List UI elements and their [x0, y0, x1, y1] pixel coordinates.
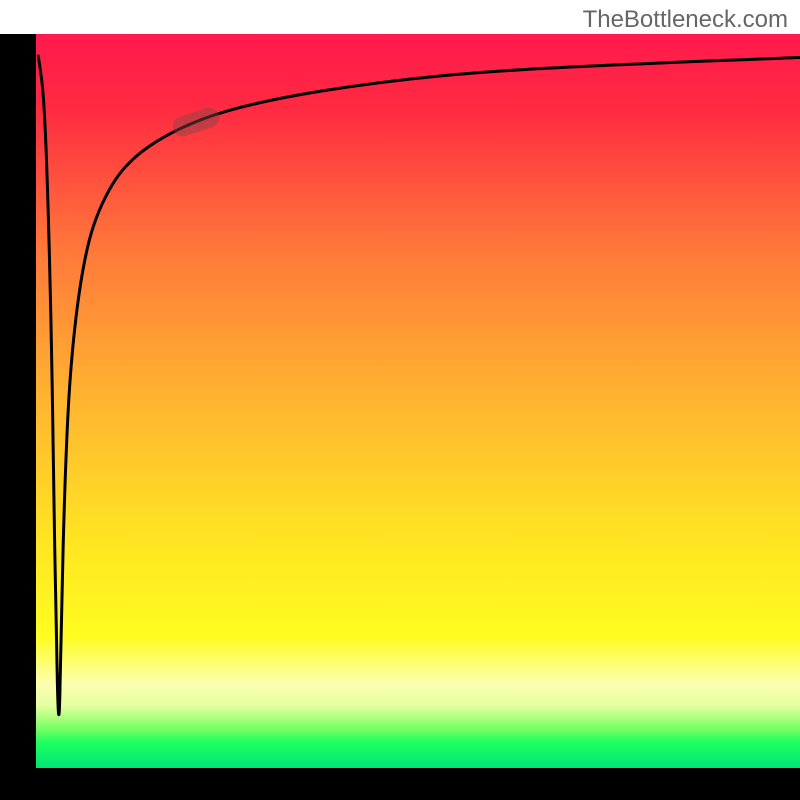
x-axis-bar [0, 768, 800, 800]
watermark-text: TheBottleneck.com [583, 6, 788, 34]
y-axis-bar [0, 34, 36, 768]
chart-container [0, 0, 800, 800]
curve-svg [36, 34, 800, 768]
bottleneck-curve [38, 56, 800, 715]
